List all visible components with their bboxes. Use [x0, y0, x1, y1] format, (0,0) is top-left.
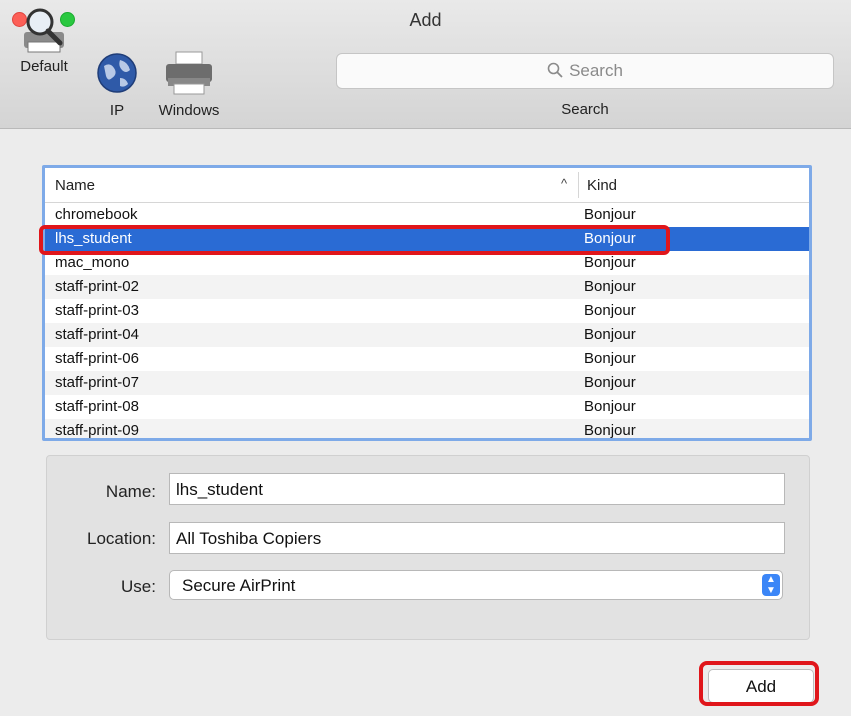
chevron-updown-icon: ▲ ▼: [762, 574, 780, 596]
row-name: staff-print-02: [55, 278, 139, 295]
list-row-staff-print-06[interactable]: staff-print-06 Bonjour: [45, 347, 809, 371]
row-name: staff-print-08: [55, 398, 139, 415]
list-row-staff-print-03[interactable]: staff-print-03 Bonjour: [45, 299, 809, 323]
default-printer-icon: [18, 6, 70, 56]
search-caption: Search: [561, 101, 609, 118]
selected-row-highlight-annotation: [39, 225, 670, 255]
row-kind: Bonjour: [584, 278, 636, 295]
window-title: Add: [409, 10, 442, 30]
row-name: staff-print-07: [55, 374, 139, 391]
search-placeholder-wrap: Search: [337, 61, 833, 83]
toolbar-windows-label: Windows: [158, 102, 220, 119]
list-row-staff-print-07[interactable]: staff-print-07 Bonjour: [45, 371, 809, 395]
list-row-chromebook[interactable]: chromebook Bonjour: [45, 203, 809, 227]
row-kind: Bonjour: [584, 302, 636, 319]
column-header-name[interactable]: Name: [55, 177, 95, 194]
globe-icon: [96, 52, 138, 99]
row-kind: Bonjour: [584, 206, 636, 223]
toolbar-ip-label: IP: [109, 102, 125, 119]
list-row-staff-print-09[interactable]: staff-print-09 Bonjour: [45, 419, 809, 439]
row-kind: Bonjour: [584, 398, 636, 415]
column-divider: [578, 172, 579, 198]
name-label: Name:: [105, 482, 156, 501]
printer-list[interactable]: Name ^ Kind chromebook Bonjour lhs_stude…: [42, 165, 812, 441]
toolbar-ip-button[interactable]: IP: [92, 44, 142, 126]
row-name: staff-print-06: [55, 350, 139, 367]
use-select[interactable]: Secure AirPrint ▲ ▼: [169, 570, 783, 600]
row-kind: Bonjour: [584, 374, 636, 391]
row-name: staff-print-03: [55, 302, 139, 319]
list-header: Name ^ Kind: [45, 168, 809, 203]
location-label: Location:: [87, 529, 156, 548]
search-placeholder: Search: [569, 61, 623, 80]
location-field[interactable]: All Toshiba Copiers: [169, 522, 785, 554]
row-kind: Bonjour: [584, 422, 636, 439]
windows-printer-icon: [164, 50, 214, 101]
row-name: chromebook: [55, 206, 138, 223]
add-button-highlight-annotation: [699, 661, 819, 706]
row-kind: Bonjour: [584, 326, 636, 343]
row-name: staff-print-09: [55, 422, 139, 439]
toolbar-default-label: Default: [20, 58, 68, 75]
list-row-staff-print-08[interactable]: staff-print-08 Bonjour: [45, 395, 809, 419]
toolbar-windows-button[interactable]: Windows: [146, 44, 232, 126]
list-row-staff-print-04[interactable]: staff-print-04 Bonjour: [45, 323, 809, 347]
search-field[interactable]: Search: [336, 53, 834, 89]
row-name: mac_mono: [55, 254, 130, 271]
row-kind: Bonjour: [584, 254, 636, 271]
row-name: staff-print-04: [55, 326, 139, 343]
name-field[interactable]: lhs_student: [169, 473, 785, 505]
list-row-staff-print-02[interactable]: staff-print-02 Bonjour: [45, 275, 809, 299]
row-kind: Bonjour: [584, 350, 636, 367]
use-select-value: Secure AirPrint: [182, 576, 296, 595]
use-label: Use:: [121, 577, 156, 596]
column-header-kind[interactable]: Kind: [587, 177, 617, 194]
sort-ascending-icon: ^: [561, 176, 568, 191]
search-icon: [547, 62, 563, 83]
